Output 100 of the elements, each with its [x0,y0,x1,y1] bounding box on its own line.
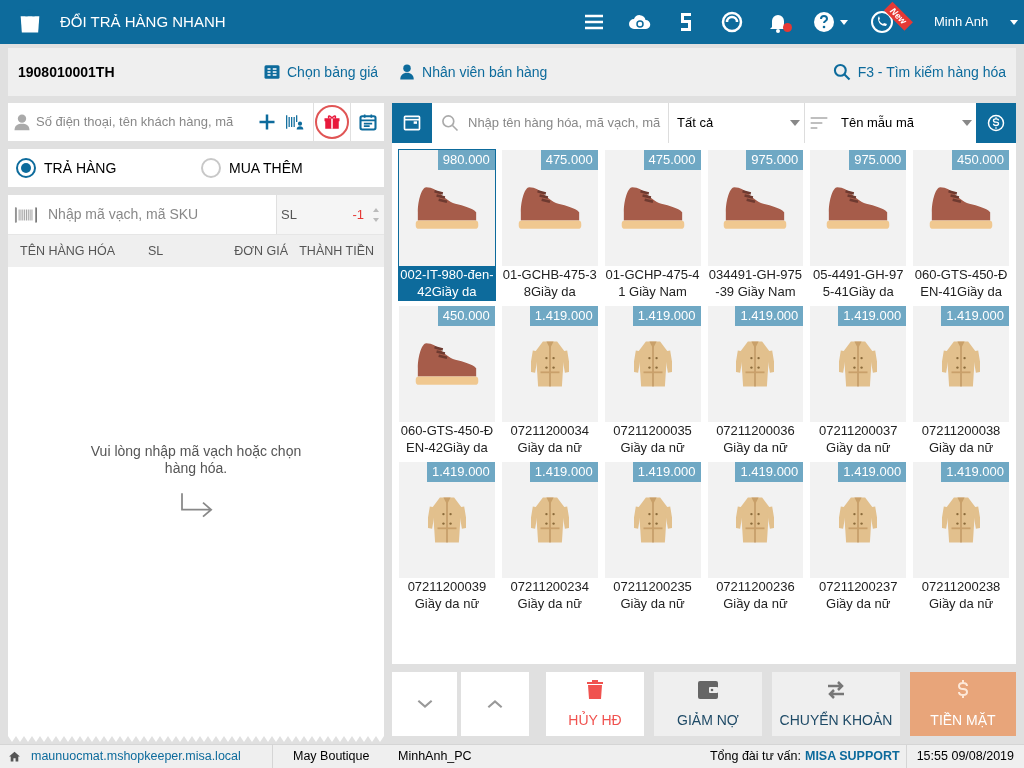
product-name: Giầy da nữ [928,439,994,456]
currency-button[interactable] [976,103,1016,143]
store-name: May Boutique [292,748,371,766]
empty-cart-message: Vui lòng nhập mã vạch hoặc chọn hàng hóa. [89,443,303,477]
radio-button[interactable] [16,158,36,178]
price-tag: 475.000 [643,150,701,170]
invoice-number: 1908010001TH [18,62,116,82]
radio-button[interactable] [201,158,221,178]
product-name: 07211200035 [613,422,692,439]
barcode-field[interactable]: Nhập mã vạch, mã SKU [48,204,276,225]
date-time: 15:55 09/08/2019 [915,748,1015,766]
product-name: 07211200037 [818,422,898,439]
quantity-field[interactable]: SL -1 [276,195,384,234]
gift-button[interactable] [314,105,349,139]
price-tag: 975.000 [746,150,804,170]
home-icon [8,750,21,763]
price-list-link[interactable]: Chọn bảng giá [287,61,379,83]
price-tag: 1.419.000 [838,306,907,326]
product-name: Giầy da nữ [517,439,582,456]
sort-dropdown[interactable]: Tên mẫu mã [804,103,976,143]
price-tag: 1.419.000 [632,306,701,326]
product-name: 07211200234 [510,578,590,595]
action-button[interactable]: HỦY HĐ [546,672,644,736]
price-tag: 1.419.000 [941,462,1009,482]
product-name: Giầy da nữ [826,439,891,456]
spinner-arrows-icon [372,206,380,223]
product-name: 42Giầy da [417,283,477,300]
price-tag: 475.000 [540,150,598,170]
product-name: 05-4491-GH-97 [813,266,904,283]
person-icon [12,112,32,132]
host-address: maunuocmat.mshopkeeper.misa.local [31,748,241,766]
product-name: 07211200039 [407,578,487,595]
gift-icon [322,113,341,131]
product-name: 07211200236 [716,578,795,595]
product-name: 07211200237 [818,578,898,595]
window-icon [402,113,422,133]
product-name: 034491-GH-975 [708,266,803,283]
calendar-icon [357,112,378,132]
product-name: 01-GCHP-475-4 [605,266,700,283]
search-icon [440,113,460,133]
column-header: ĐƠN GIÁ [233,242,288,260]
price-tag: 1.419.000 [735,462,804,482]
product-search-field[interactable]: Nhập tên hàng hóa, mã vạch, mã [432,103,668,143]
price-tag: 1.419.000 [838,462,907,482]
caret-icon [790,120,800,126]
product-name: Giầy da nữ [723,439,788,456]
product-name: Giầy da nữ [517,595,582,612]
category-dropdown[interactable]: Tất cả [668,103,804,143]
app-title: ĐỔI TRẢ HÀNG NHANH [60,11,226,32]
dollar-circle-icon [986,113,1006,133]
product-name: Giầy da nữ [620,439,685,456]
caret-icon [1010,19,1018,25]
radio-label[interactable]: MUA THÊM [229,157,303,179]
quantity-value: -1 [351,205,365,224]
price-tag: 1.419.000 [735,306,804,326]
user-name[interactable]: Minh Anh [934,12,989,32]
product-name: 002-IT-980-đen- [400,266,494,283]
product-name: -39 Giầy Nam [715,283,796,300]
product-search-input[interactable]: Nhập tên hàng hóa, mã vạch, mã [468,113,668,133]
price-tag: 975.000 [849,150,907,170]
product-name: 5-41Giầy da [822,283,894,300]
product-name: 07211200034 [510,422,590,439]
product-name: Giầy da nữ [928,595,994,612]
radio-label[interactable]: TRẢ HÀNG [44,157,117,179]
column-header: THÀNH TIỀN [298,242,375,260]
product-name: 07211200235 [613,578,692,595]
help-icon [812,10,836,34]
price-tag: 450.000 [437,306,495,326]
price-tag: 1.419.000 [529,306,598,326]
caret-icon [840,19,848,25]
action-button[interactable]: CHUYỂN KHOẢN [772,672,900,736]
price-tag: 450.000 [952,150,1009,170]
product-name: EN-41Giầy da [920,283,1002,300]
product-name: 8Giầy da [523,283,576,300]
staff-icon [398,63,417,81]
column-header: TÊN HÀNG HÓA [19,242,117,260]
quantity-label: SL [281,205,297,224]
product-name: Giầy da nữ [620,595,685,612]
product-name: 07211200038 [921,422,1001,439]
price-tag: 1.419.000 [941,306,1009,326]
price-tag: 980.000 [437,150,495,170]
product-name: 01-GCHB-475-3 [502,266,597,283]
price-tag: 1.419.000 [529,462,598,482]
search-icon [831,62,852,82]
product-name: EN-42Giầy da [406,439,488,456]
product-search-link[interactable]: F3 - Tìm kiếm hàng hóa [857,61,1006,83]
product-name: Giầy da nữ [826,595,891,612]
action-button[interactable]: GIẢM NỢ [654,672,762,736]
staff-link[interactable]: Nhân viên bán hàng [422,61,548,83]
product-name: 060-GTS-450-Đ [914,266,1008,283]
price-list-icon [263,63,281,81]
support-link[interactable]: MISA SUPPORT [805,745,907,768]
product-name: 07211200036 [716,422,795,439]
product-name: 07211200238 [921,578,1001,595]
product-name: 1 Giầy Nam [618,283,687,300]
product-name: 060-GTS-450-Đ [400,422,494,439]
price-tag: 1.419.000 [427,462,495,482]
view-toggle-button[interactable] [392,103,432,143]
product-name: Giầy da nữ [414,595,480,612]
price-tag: 1.419.000 [632,462,701,482]
